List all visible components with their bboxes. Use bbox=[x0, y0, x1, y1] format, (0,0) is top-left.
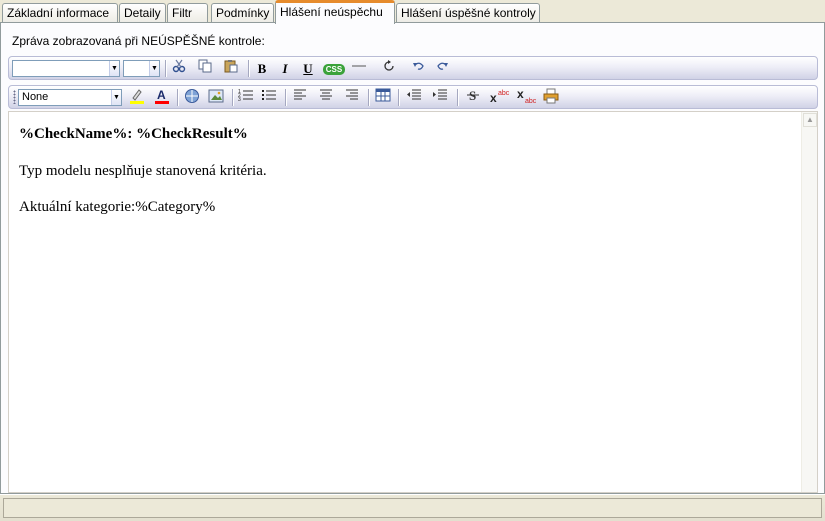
align-left-icon bbox=[294, 89, 306, 100]
editor-title-line: %CheckName%: %CheckResult% bbox=[19, 126, 248, 142]
align-center-button[interactable] bbox=[316, 88, 336, 107]
refresh-icon bbox=[384, 60, 394, 71]
redo-button[interactable] bbox=[432, 59, 452, 78]
toolbar-separator bbox=[285, 89, 286, 106]
font-color-button[interactable]: A bbox=[152, 88, 172, 107]
highlight-color-button[interactable] bbox=[127, 88, 147, 107]
ordered-list-button[interactable]: 123 bbox=[236, 88, 256, 107]
tab-failure-report[interactable]: Hlášení neúspěchu bbox=[275, 0, 395, 24]
toolbar-separator bbox=[177, 89, 178, 106]
align-right-button[interactable] bbox=[342, 88, 362, 107]
italic-button[interactable]: I bbox=[275, 59, 295, 78]
editor-text-line: Typ modelu nesplňuje stanovená kritéria. bbox=[19, 163, 267, 179]
undo-button[interactable] bbox=[409, 59, 429, 78]
svg-text:x: x bbox=[490, 91, 497, 104]
outdent-icon bbox=[407, 89, 421, 100]
scroll-up-arrow-icon[interactable]: ▲ bbox=[803, 113, 817, 127]
undo-icon bbox=[413, 62, 424, 70]
paste-icon bbox=[224, 60, 238, 73]
paragraph-style-select[interactable]: None ▼ bbox=[18, 89, 122, 106]
tab-details[interactable]: Detaily bbox=[119, 3, 166, 23]
align-right-icon bbox=[346, 89, 358, 100]
toolbar-grip[interactable] bbox=[13, 90, 16, 104]
font-family-select[interactable]: ▼ bbox=[12, 60, 120, 77]
tab-basic-info[interactable]: Základní informace bbox=[2, 3, 118, 23]
tab-panel: Zpráva zobrazovaná při NEÚSPĚŠNÉ kontrol… bbox=[0, 22, 825, 494]
paste-button[interactable] bbox=[221, 59, 241, 78]
table-icon bbox=[375, 88, 391, 102]
unordered-list-button[interactable] bbox=[259, 88, 279, 107]
insert-table-button[interactable] bbox=[373, 88, 393, 107]
css-button[interactable]: CSS bbox=[322, 59, 346, 78]
toolbar-separator bbox=[398, 89, 399, 106]
strikethrough-icon: S bbox=[467, 88, 479, 103]
outdent-button[interactable] bbox=[404, 88, 424, 107]
font-color-icon: A bbox=[155, 88, 169, 104]
underline-button[interactable]: U bbox=[298, 59, 318, 78]
printer-icon bbox=[543, 88, 559, 104]
formatting-toolbar: ▼ ▼ B I U CSS bbox=[8, 56, 818, 80]
svg-text:abc: abc bbox=[498, 90, 510, 97]
print-button[interactable] bbox=[541, 88, 561, 107]
editor-content[interactable]: %CheckName%: %CheckResult% Typ modelu ne… bbox=[19, 126, 797, 235]
align-center-icon bbox=[320, 89, 332, 100]
chevron-down-icon: ▼ bbox=[109, 61, 119, 76]
align-left-button[interactable] bbox=[290, 88, 310, 107]
tab-strip: Základní informace Detaily Filtr Podmínk… bbox=[0, 0, 825, 24]
toolbar-separator bbox=[457, 89, 458, 106]
superscript-icon: x abc bbox=[490, 90, 510, 105]
toolbar-separator bbox=[248, 60, 249, 77]
cut-button[interactable] bbox=[169, 59, 189, 78]
ordered-list-icon: 123 bbox=[238, 89, 253, 103]
redo-icon bbox=[437, 62, 448, 70]
svg-text:A: A bbox=[157, 88, 166, 102]
toolbar-separator bbox=[232, 89, 233, 106]
superscript-button[interactable]: x abc bbox=[488, 88, 512, 107]
status-bar bbox=[0, 494, 825, 521]
subscript-icon: xabc bbox=[517, 87, 537, 105]
insert-image-button[interactable] bbox=[206, 88, 226, 107]
svg-text:x: x bbox=[517, 88, 524, 101]
subscript-button[interactable]: x abc bbox=[515, 87, 539, 107]
refresh-button[interactable] bbox=[379, 59, 399, 78]
tab-filter[interactable]: Filtr bbox=[167, 3, 208, 23]
chevron-down-icon: ▼ bbox=[149, 61, 159, 76]
editor-text-line: Aktuální kategorie:%Category% bbox=[19, 199, 216, 215]
copy-button[interactable] bbox=[195, 59, 215, 78]
svg-text:3: 3 bbox=[238, 97, 241, 102]
rich-text-editor[interactable]: %CheckName%: %CheckResult% Typ modelu ne… bbox=[8, 111, 818, 493]
css-icon: CSS bbox=[323, 64, 345, 75]
unordered-list-icon bbox=[262, 90, 276, 100]
strikethrough-button[interactable]: S bbox=[463, 88, 483, 107]
toolbar-separator bbox=[165, 60, 166, 77]
highlighter-icon bbox=[130, 89, 144, 104]
font-size-select[interactable]: ▼ bbox=[123, 60, 160, 77]
image-icon bbox=[208, 89, 224, 103]
indent-button[interactable] bbox=[430, 88, 450, 107]
chevron-down-icon: ▼ bbox=[111, 90, 121, 105]
cut-icon bbox=[172, 59, 186, 73]
tab-success-report[interactable]: Hlášení úspěšné kontroly bbox=[396, 3, 540, 23]
link-icon bbox=[185, 89, 199, 103]
horizontal-rule-icon bbox=[352, 65, 366, 67]
bold-button[interactable]: B bbox=[252, 59, 272, 78]
indent-icon bbox=[433, 89, 447, 100]
paragraph-toolbar: None ▼ A 123 S x abc x abc bbox=[8, 85, 818, 109]
tab-conditions[interactable]: Podmínky bbox=[211, 3, 274, 23]
paragraph-style-value: None bbox=[22, 91, 49, 103]
vertical-scrollbar[interactable]: ▲ bbox=[801, 112, 817, 492]
toolbar-separator bbox=[368, 89, 369, 106]
insert-link-button[interactable] bbox=[182, 88, 202, 107]
copy-icon bbox=[198, 59, 212, 73]
message-label: Zpráva zobrazovaná při NEÚSPĚŠNÉ kontrol… bbox=[12, 34, 265, 48]
svg-text:abc: abc bbox=[525, 98, 537, 104]
status-bar-panel bbox=[3, 498, 822, 518]
horizontal-rule-button[interactable] bbox=[349, 59, 369, 78]
